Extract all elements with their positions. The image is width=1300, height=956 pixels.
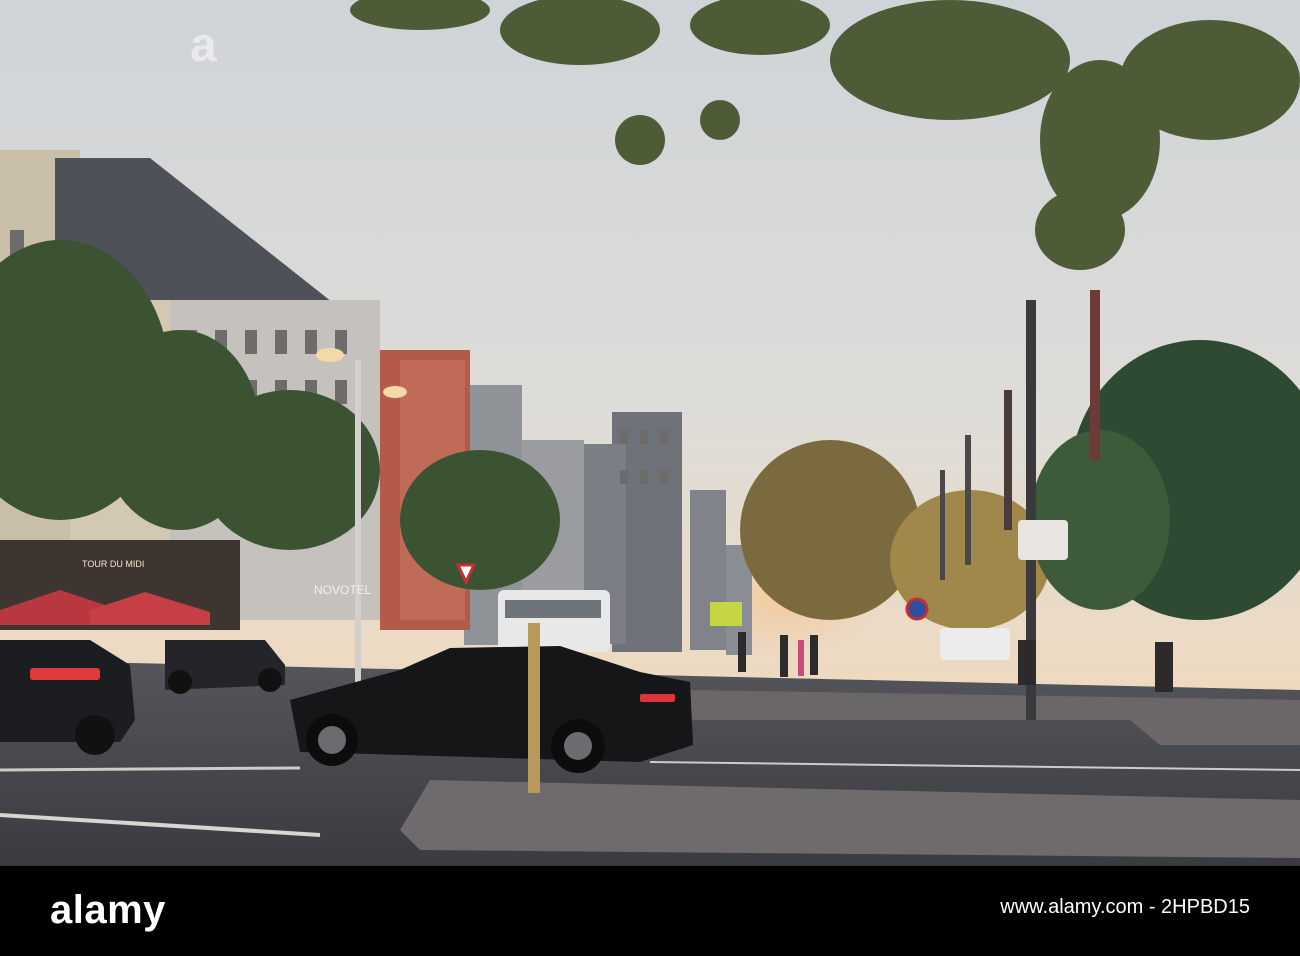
bus [498,590,610,652]
alamy-logo: alamy [50,888,166,932]
bollard-post [528,623,540,793]
image-id: www.alamy.com - 2HPBD15 [1000,896,1250,918]
white-van [940,628,1010,660]
billboard [710,602,742,626]
novotel-sign: NOVOTEL [314,583,372,597]
restaurant-sign: TOUR DU MIDI [82,559,144,569]
brand-footer: alamy www.alamy.com - 2HPBD15 [0,866,1300,956]
left-car [0,640,135,755]
no-parking-sign [905,597,929,621]
lane-marking [0,766,301,772]
suv-car [165,640,285,694]
street-sign [1018,520,1068,560]
street-photo: NOVOTEL TOUR DU MIDI [0,0,1300,866]
